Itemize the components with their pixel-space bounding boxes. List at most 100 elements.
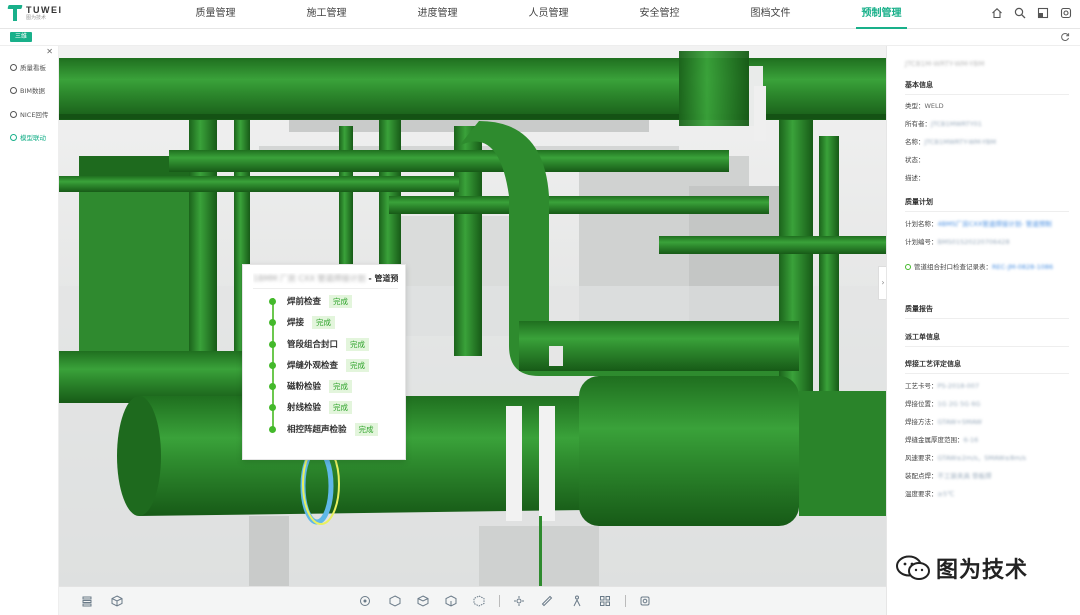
record-link[interactable]: REC-JM-0828-1086 <box>992 263 1053 271</box>
settings-icon[interactable] <box>639 595 651 607</box>
nav-safety[interactable]: 安全管控 <box>604 0 715 29</box>
hide-icon[interactable] <box>473 595 485 607</box>
popup-title-plan: 1BMM 厂房 CXX 管道焊接计划 <box>253 274 366 283</box>
bim-icon <box>10 86 17 94</box>
step-dot-icon <box>269 361 276 369</box>
step-name: 磁粉检验 <box>287 382 322 392</box>
settings-gear-icon[interactable] <box>1060 7 1072 19</box>
box-select-icon[interactable] <box>389 595 401 607</box>
menu-label: 质量看板 <box>20 64 46 72</box>
popup-title: 1BMM 厂房 CXX 管道焊接计划 - 管道预制 <box>253 273 398 287</box>
process-step[interactable]: 焊缝外观检查 完成 <box>269 358 370 372</box>
step-status-badge: 完成 <box>354 422 378 436</box>
step-status-badge: 完成 <box>346 358 370 372</box>
nav-progress[interactable]: 进度管理 <box>382 0 493 29</box>
step-name: 相控阵超声检验 <box>287 425 347 435</box>
popup-divider <box>253 288 398 289</box>
element-id-header: JTCB1M-WRTY-WM-YBM <box>905 60 985 68</box>
weld-process-popup: 1BMM 厂房 CXX 管道焊接计划 - 管道预制 焊前检查完成 焊接完成 管段… <box>242 264 406 460</box>
process-step[interactable]: 射线检验 完成 <box>269 400 353 414</box>
section-quality-plan: 质量计划 <box>905 197 1069 212</box>
viewport-toolbar <box>59 586 886 615</box>
home-view-icon[interactable] <box>359 595 371 607</box>
section-basic-info: 基本信息 <box>905 80 1069 95</box>
step-status-badge: 完成 <box>329 294 353 308</box>
step-dot-icon <box>269 297 276 305</box>
menu-label: NICE回传 <box>20 111 49 119</box>
nav-prefab[interactable]: 预制管理 <box>826 0 937 29</box>
measure-ruler-icon[interactable] <box>541 595 553 607</box>
process-step[interactable]: 磁粉检验 完成 <box>269 379 353 393</box>
step-name: 射线检验 <box>287 403 322 413</box>
main-nav: 质量管理 施工管理 进度管理 人员管理 安全管控 图档文件 预制管理 <box>160 0 937 29</box>
step-name: 管段组合封口 <box>287 340 339 350</box>
watermark: 图为技术 <box>895 552 1028 584</box>
menu-bim-data[interactable]: BIM数据 <box>10 85 45 95</box>
field-name: 名称：JTCB1MWRTY-WM-YBM <box>905 138 997 146</box>
menu-model-link[interactable]: 模型联动 <box>10 132 46 142</box>
step-dot-icon <box>269 425 276 433</box>
step-status-badge: 完成 <box>329 400 353 414</box>
step-name: 焊缝外观检查 <box>287 361 339 371</box>
property-panel: JTCB1M-WRTY-WM-YBM 基本信息 类型：WELD 所有者：JTCB… <box>886 46 1080 615</box>
bim-3d-viewport[interactable] <box>59 46 886 586</box>
step-dot-icon <box>269 318 276 326</box>
section-dispatch-order: 派工单信息 <box>905 332 1069 347</box>
walkthrough-icon[interactable] <box>571 595 583 607</box>
nav-construction[interactable]: 施工管理 <box>271 0 382 29</box>
step-dot-icon <box>269 382 276 390</box>
field-owner: 所有者：JTCB1MWRTY01 <box>905 120 982 128</box>
step-dot-icon <box>269 403 276 411</box>
brand-logo[interactable]: TUWEI 图为技术 <box>8 5 63 21</box>
field-type: 类型：WELD <box>905 102 944 110</box>
cube-view-icon[interactable] <box>111 595 123 607</box>
menu-nice-return[interactable]: NICE回传 <box>10 109 48 119</box>
step-status-badge: 完成 <box>346 337 370 351</box>
field-temperature: 温度要求：≥5℃ <box>905 490 955 498</box>
link-icon <box>10 133 17 141</box>
pipe-model-render[interactable] <box>59 46 886 586</box>
search-icon[interactable] <box>1014 7 1026 19</box>
grid-layout-icon[interactable] <box>599 595 611 607</box>
nav-documents[interactable]: 图档文件 <box>715 0 826 29</box>
field-weld-position: 焊接位置：1G 2G 5G 6G <box>905 400 981 408</box>
home-icon[interactable] <box>991 7 1003 19</box>
refresh-icon[interactable] <box>1060 32 1070 42</box>
watermark-text: 图为技术 <box>936 558 1029 583</box>
field-tack-weld: 装配点焊：不工装夹具 垫板焊 <box>905 472 992 480</box>
menu-quality-board[interactable]: 质量看板 <box>10 62 46 72</box>
field-wind-speed: 风速要求：GTAW≤2m/s，SMAW≤8m/s <box>905 454 1027 462</box>
section-quality-report: 质量报告 <box>905 304 1069 319</box>
close-icon[interactable]: ✕ <box>46 47 53 56</box>
view-3d-tab[interactable]: 三维 <box>10 32 32 42</box>
field-card-no: 工艺卡号：PS-2018-007 <box>905 382 980 390</box>
step-name: 焊接 <box>287 318 305 328</box>
process-step[interactable]: 焊前检查 完成 <box>269 294 353 308</box>
explode-icon[interactable] <box>513 595 525 607</box>
model-tree-icon[interactable] <box>81 595 93 607</box>
nav-personnel[interactable]: 人员管理 <box>493 0 604 29</box>
toolbar-divider <box>625 595 626 607</box>
process-step[interactable]: 焊接 完成 <box>269 315 336 329</box>
field-status: 状态： <box>905 156 925 164</box>
isolate-icon[interactable] <box>445 595 457 607</box>
plan-name-link[interactable]: 4BMS厂房CXX管道焊接计划 <box>938 220 1022 228</box>
section-box-icon[interactable] <box>417 595 429 607</box>
brand-name: TUWEI <box>26 4 63 15</box>
popup-title-suffix: - 管道预制 <box>368 274 398 283</box>
left-side-menu: ✕ 质量看板 BIM数据 NICE回传 模型联动 <box>0 46 59 615</box>
top-navigation-bar: TUWEI 图为技术 质量管理 施工管理 进度管理 人员管理 安全管控 图档文件… <box>0 0 1080 29</box>
step-status-badge: 完成 <box>312 315 336 329</box>
fullscreen-icon[interactable] <box>1037 7 1049 19</box>
nav-quality[interactable]: 质量管理 <box>160 0 271 29</box>
field-plan-number: 计划编号：BMS01S20220706428 <box>905 238 1010 246</box>
field-description: 描述： <box>905 174 925 182</box>
wechat-icon <box>896 555 930 580</box>
process-step[interactable]: 相控阵超声检验 完成 <box>269 422 378 436</box>
field-inspection-record: 管道组合封口检查记录表：REC-JM-0828-1086 <box>905 261 1053 271</box>
process-step[interactable]: 管段组合封口 完成 <box>269 337 370 351</box>
step-name: 焊前检查 <box>287 297 322 307</box>
field-weld-method: 焊接方法：GTAW+SMAW <box>905 418 982 426</box>
toolbar-divider <box>499 595 500 607</box>
section-weld-procedure: 焊接工艺评定信息 <box>905 359 1069 374</box>
